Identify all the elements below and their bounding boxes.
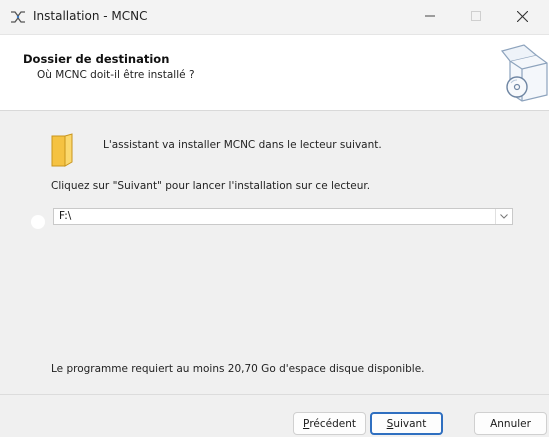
footer-divider (0, 394, 549, 395)
next-button-accelerator: S (386, 417, 394, 430)
minimize-button[interactable] (407, 0, 453, 32)
install-box-cd-icon (500, 44, 548, 102)
folder-icon (51, 133, 73, 167)
intro-text: L'assistant va installer MCNC dans le le… (103, 139, 382, 151)
back-button-label: récédent (309, 417, 357, 430)
destination-drive-select[interactable]: F:\ (53, 208, 513, 225)
window-title: Installation - MCNC (33, 9, 148, 23)
next-button[interactable]: Suivant (370, 412, 443, 435)
maximize-icon (471, 11, 481, 21)
wizard-header: Dossier de destination Où MCNC doit-il ê… (0, 35, 549, 111)
window-edge-marker (31, 215, 45, 229)
minimize-icon (425, 15, 435, 17)
installer-window: Installation - MCNC Dossier de destinati… (0, 0, 549, 437)
chevron-down-icon[interactable] (495, 209, 512, 224)
close-icon (516, 10, 528, 22)
page-title: Dossier de destination (23, 52, 170, 66)
instruction-text: Cliquez sur "Suivant" pour lancer l'inst… (51, 180, 371, 192)
disk-space-requirement: Le programme requiert au moins 20,70 Go … (51, 363, 425, 375)
drive-value: F:\ (59, 210, 72, 222)
cancel-button[interactable]: Annuler (474, 412, 547, 435)
installer-icon (11, 11, 25, 23)
next-button-label: uivant (393, 417, 427, 430)
back-button[interactable]: Précédent (293, 412, 366, 435)
title-bar: Installation - MCNC (0, 0, 549, 35)
page-subtitle: Où MCNC doit-il être installé ? (37, 69, 195, 81)
wizard-content: L'assistant va installer MCNC dans le le… (0, 111, 549, 391)
close-button[interactable] (499, 0, 545, 32)
maximize-button[interactable] (453, 0, 499, 32)
